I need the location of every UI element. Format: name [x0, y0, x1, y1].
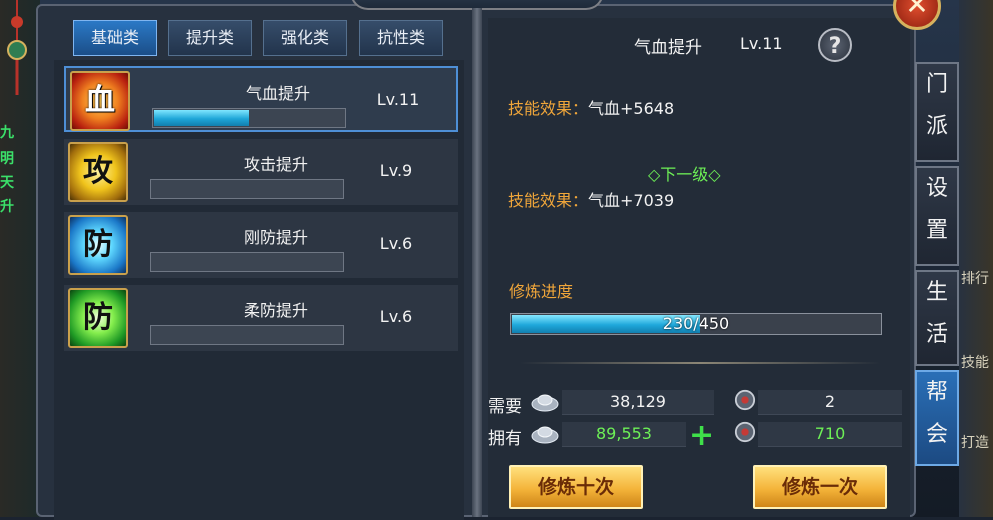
practice-token-icon [734, 389, 756, 411]
have-silver-value: 89,553 [596, 424, 652, 443]
skill-level: Lv.6 [379, 234, 413, 253]
next-effect: 技能效果：气血+7039 [508, 187, 674, 211]
side-tab-char: 活 [925, 322, 948, 347]
practice-ten-times-button[interactable]: 修炼十次 [509, 465, 643, 509]
tab-resistance[interactable]: 抗性类 [359, 20, 443, 56]
section-divider [520, 362, 880, 364]
skill-level: Lv.11 [376, 90, 420, 109]
effect-value: 气血+5648 [588, 99, 675, 118]
skill-name: 柔防提升 [243, 301, 308, 320]
skill-row-hp[interactable]: 血 气血提升 Lv.11 [64, 66, 458, 132]
detail-title: 气血提升 [634, 38, 702, 58]
tab-improve[interactable]: 提升类 [168, 20, 252, 56]
side-tab-char: 会 [925, 422, 948, 447]
side-tab-char: 生 [925, 280, 948, 305]
add-silver-icon[interactable]: + [689, 421, 714, 451]
left-game-edge: 九 明 天 升 [0, 0, 40, 517]
need-silver-field: 38,129 [562, 390, 714, 415]
cultivation-progress-bar: 230/450 [510, 313, 882, 335]
need-item-value: 2 [824, 392, 836, 411]
help-icon[interactable]: ? [818, 28, 852, 62]
panel-divider [472, 8, 482, 517]
effect-value: 气血+7039 [588, 191, 675, 210]
skill-progress-fill [154, 110, 249, 126]
skill-progress-bar [152, 108, 346, 128]
edge-text: 打造 [961, 435, 989, 451]
next-level-label: ◇下一级◇ [648, 165, 721, 184]
side-tab-guild[interactable]: 帮会 [915, 370, 959, 466]
effect-label: 技能效果： [508, 191, 589, 210]
need-item-field: 2 [758, 390, 902, 415]
magic-defense-skill-icon: 防 [68, 288, 128, 348]
silver-ingot-icon [531, 426, 559, 444]
have-silver-field: 89,553 [562, 422, 686, 447]
skill-row-magic-defense[interactable]: 防 柔防提升 Lv.6 [64, 285, 458, 351]
current-effect: 技能效果：气血+5648 [508, 95, 674, 119]
side-tab-char: 门 [925, 72, 948, 97]
skill-progress-bar [150, 325, 344, 345]
practice-once-button[interactable]: 修炼一次 [753, 465, 887, 509]
progress-label: 修炼进度 [509, 282, 574, 301]
practice-token-icon [734, 421, 756, 443]
skill-row-physical-defense[interactable]: 防 刚防提升 Lv.6 [64, 212, 458, 278]
have-label: 拥有 [488, 429, 522, 449]
have-item-value: 710 [814, 424, 846, 443]
side-tab-life[interactable]: 生活 [915, 270, 959, 366]
skill-progress-bar [150, 179, 344, 199]
need-silver-value: 38,129 [610, 392, 666, 411]
skill-level: Lv.6 [379, 307, 413, 326]
skill-level: Lv.9 [379, 161, 413, 180]
edge-text: 排行 [961, 271, 989, 287]
hp-skill-icon: 血 [70, 71, 130, 131]
side-tab-settings[interactable]: 设置 [915, 166, 959, 266]
edge-text: 天 [0, 175, 14, 191]
edge-text: 明 [0, 151, 14, 167]
side-tab-char: 置 [925, 218, 948, 243]
skill-name: 攻击提升 [243, 155, 308, 174]
effect-label: 技能效果： [508, 99, 589, 118]
have-item-field: 710 [758, 422, 902, 447]
right-game-edge: 排行 技能 打造 [959, 0, 993, 517]
attack-skill-icon: 攻 [68, 142, 128, 202]
tab-strengthen[interactable]: 强化类 [263, 20, 347, 56]
tab-basic[interactable]: 基础类 [73, 20, 157, 56]
side-tab-sect[interactable]: 门派 [915, 62, 959, 162]
edge-text: 技能 [961, 355, 989, 371]
physical-defense-skill-icon: 防 [68, 215, 128, 275]
side-tab-char: 帮 [925, 380, 948, 405]
cultivation-progress-text: 230/450 [662, 314, 730, 333]
edge-text: 九 [0, 125, 14, 141]
side-tab-char: 设 [925, 176, 948, 201]
skill-name: 气血提升 [245, 84, 310, 103]
skill-progress-bar [150, 252, 344, 272]
edge-text: 升 [0, 199, 14, 215]
detail-level: Lv.11 [740, 34, 783, 53]
hanging-ornament-icon [7, 0, 27, 95]
skill-row-attack[interactable]: 攻 攻击提升 Lv.9 [64, 139, 458, 205]
skill-name: 刚防提升 [243, 228, 308, 247]
silver-ingot-icon [531, 394, 559, 412]
need-label: 需要 [488, 397, 522, 417]
side-tab-char: 派 [925, 114, 948, 139]
